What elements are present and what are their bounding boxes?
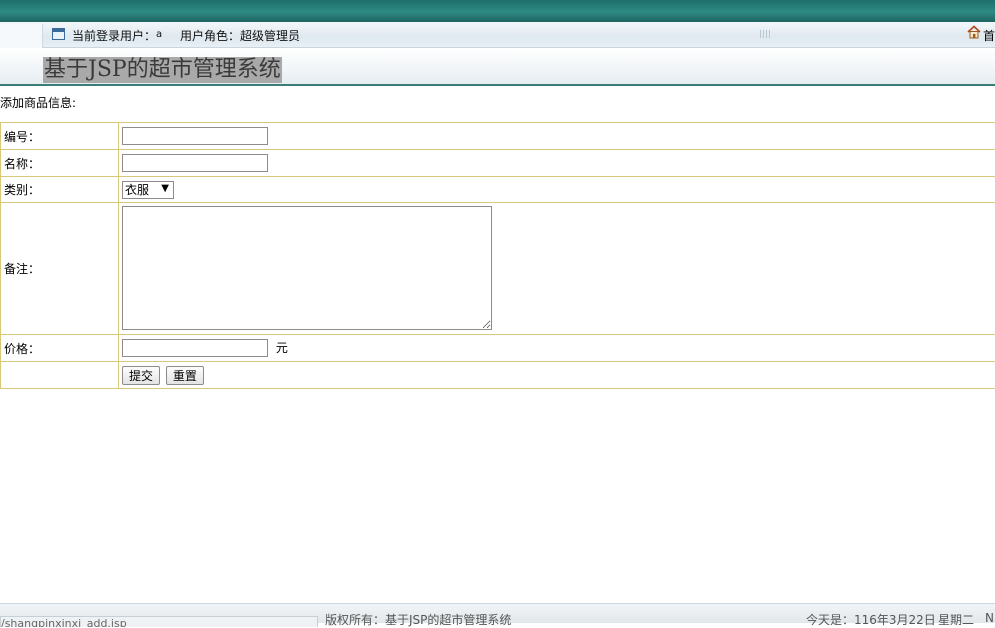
form-row-actions: 提交 重置 xyxy=(1,362,995,389)
role-label: 用户角色： xyxy=(180,27,240,44)
form-row-remark: 备注： xyxy=(1,203,995,335)
price-input[interactable] xyxy=(122,339,268,357)
current-user-label: 当前登录用户： xyxy=(72,27,156,44)
reset-button[interactable]: 重置 xyxy=(166,366,204,385)
window-icon xyxy=(52,28,65,40)
role-value: 超级管理员 xyxy=(240,27,300,44)
remark-label: 备注： xyxy=(1,203,119,335)
category-select[interactable]: 衣服 xyxy=(122,181,174,199)
remark-cell xyxy=(119,203,995,335)
footer-bar: /shangpinxinxi_add.jsp 版权所有：基于JSP的超市管理系统… xyxy=(0,603,995,623)
current-user-value: a xyxy=(156,29,162,40)
system-title: 基于JSP的超市管理系统 xyxy=(43,57,282,83)
price-unit: 元 xyxy=(276,341,288,355)
id-label: 编号： xyxy=(1,123,119,150)
weekday-text: 星期二 xyxy=(938,611,974,628)
name-input[interactable] xyxy=(122,154,268,172)
user-info-bar: 当前登录用户： a 用户角色： 超级管理员 首 xyxy=(0,22,995,48)
form-row-id: 编号： xyxy=(1,123,995,150)
actions-label-cell xyxy=(1,362,119,389)
price-label: 价格： xyxy=(1,335,119,362)
date-text: 今天是：116年3月22日 xyxy=(806,611,936,628)
submit-button[interactable]: 提交 xyxy=(122,366,160,385)
section-title: 添加商品信息: xyxy=(0,94,76,111)
form-row-name: 名称： xyxy=(1,150,995,177)
add-product-form: 编号： 名称： 类别： 衣服 ▼ 备注： 价格： 元 xyxy=(0,122,995,389)
form-row-price: 价格： 元 xyxy=(1,335,995,362)
category-label: 类别： xyxy=(1,177,119,203)
category-cell: 衣服 ▼ xyxy=(119,177,995,203)
name-cell xyxy=(119,150,995,177)
copyright-text: 版权所有：基于JSP的超市管理系统 xyxy=(325,611,511,628)
form-row-category: 类别： 衣服 ▼ xyxy=(1,177,995,203)
name-label: 名称： xyxy=(1,150,119,177)
status-url: /shangpinxinxi_add.jsp xyxy=(1,617,127,627)
remark-textarea[interactable] xyxy=(122,206,492,330)
id-cell xyxy=(119,123,995,150)
actions-cell: 提交 重置 xyxy=(119,362,995,389)
sidebar-tab xyxy=(0,24,43,48)
title-bar: 基于JSP的超市管理系统 xyxy=(0,48,995,86)
home-link[interactable]: 首 xyxy=(983,27,995,44)
separator-grip xyxy=(760,30,772,38)
category-select-wrap: 衣服 ▼ xyxy=(122,181,174,199)
top-banner xyxy=(0,0,995,22)
footer-extra: N xyxy=(985,611,994,625)
id-input[interactable] xyxy=(122,127,268,145)
home-icon[interactable] xyxy=(967,25,981,39)
price-cell: 元 xyxy=(119,335,995,362)
